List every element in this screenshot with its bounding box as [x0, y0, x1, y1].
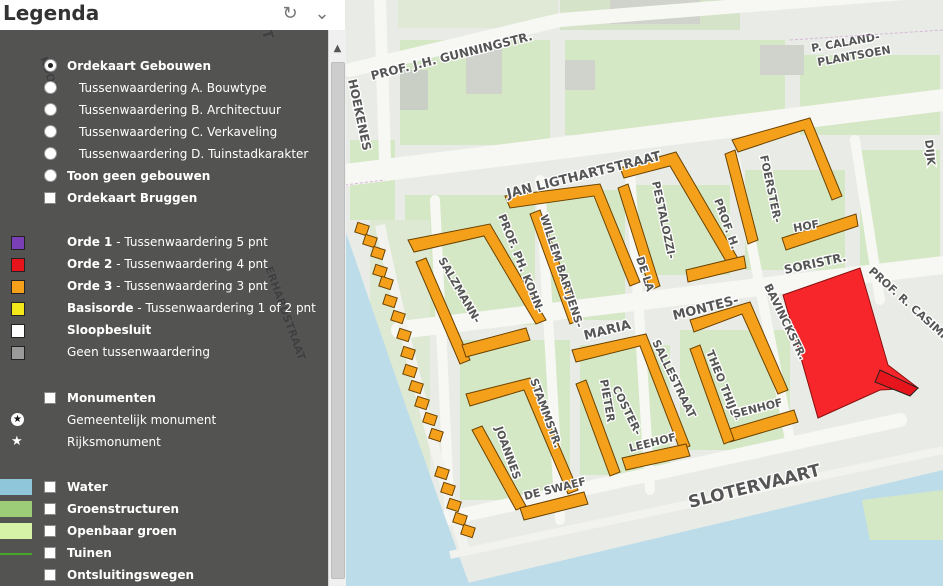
checkbox-layer[interactable]	[44, 569, 56, 581]
radio-buildings-option[interactable]	[44, 169, 57, 182]
buildings-option-label: Ordekaart Gebouwen	[67, 59, 211, 73]
buildings-option-label: Tussenwaardering C. Verkaveling	[79, 125, 278, 139]
layer-line-swatch	[0, 553, 32, 555]
legend-scrollbar[interactable]: ▲	[328, 30, 346, 586]
buildings-option-label: Tussenwaardering D. Tuinstadkarakter	[79, 147, 309, 161]
bridges-layer-label: Ordekaart Bruggen	[67, 191, 198, 205]
legend-header: Legenda ↻ ⌄	[0, 0, 345, 30]
orde-class-label: Orde 1 - Tussenwaardering 5 pnt	[67, 235, 268, 249]
radio-buildings-option[interactable]	[44, 147, 57, 160]
layer-label: Ontsluitingswegen	[67, 568, 195, 582]
orde-class-label: Sloopbesluit	[67, 323, 152, 337]
orde-swatch	[11, 324, 25, 338]
radio-buildings-option[interactable]	[44, 103, 57, 116]
scrollbar-thumb[interactable]	[331, 62, 345, 579]
layer-swatch	[0, 479, 32, 495]
orde-class-label: Basisorde - Tussenwaardering 1 of 2 pnt	[67, 301, 316, 315]
monuments-label: Monumenten	[67, 391, 156, 405]
checkbox-layer[interactable]	[44, 547, 56, 559]
buildings-option-label: Toon geen gebouwen	[67, 169, 211, 183]
checkbox-monumenten[interactable]	[44, 392, 56, 404]
checkbox-layer[interactable]	[44, 503, 56, 515]
layer-label: Openbaar groen	[67, 524, 177, 538]
monument-type-label: Gemeentelijk monument	[67, 413, 217, 427]
rijksmonument-icon: ★	[11, 434, 23, 449]
orde-swatch	[11, 302, 25, 316]
scroll-up-arrow-icon[interactable]: ▲	[329, 40, 346, 57]
layer-label: Groenstructuren	[67, 502, 180, 516]
layer-label: Water	[67, 480, 108, 494]
orde-swatch	[11, 236, 25, 250]
gemeentelijk-monument-icon: ★	[11, 413, 24, 426]
orde-swatch	[11, 280, 25, 294]
orde-swatch	[11, 258, 25, 272]
radio-buildings-option[interactable]	[44, 81, 57, 94]
orde-class-label: Orde 3 - Tussenwaardering 3 pnt	[67, 279, 268, 293]
radio-buildings-option[interactable]	[44, 59, 57, 72]
chevron-down-icon[interactable]: ⌄	[312, 4, 332, 24]
checkbox-ordekaart-bruggen[interactable]	[44, 192, 56, 204]
orde-class-label: Orde 2 - Tussenwaardering 4 pnt	[67, 257, 268, 271]
layer-swatch	[0, 501, 32, 517]
buildings-option-label: Tussenwaardering B. Architectuur	[79, 103, 281, 117]
orde-class-label: Geen tussenwaardering	[67, 345, 211, 359]
checkbox-layer[interactable]	[44, 525, 56, 537]
monument-type-label: Rijksmonument	[67, 435, 161, 449]
legend-panel: Legenda ↻ ⌄ ▲ Ordekaart Gebouwen Tussenwa…	[0, 0, 346, 586]
orde-swatch	[11, 346, 25, 360]
checkbox-layer[interactable]	[44, 481, 56, 493]
layer-label: Tuinen	[67, 546, 112, 560]
legend-title: Legenda	[3, 1, 100, 25]
buildings-option-label: Tussenwaardering A. Bouwtype	[79, 81, 267, 95]
layer-swatch	[0, 523, 32, 539]
street-label: DIJK	[922, 139, 938, 167]
radio-buildings-option[interactable]	[44, 125, 57, 138]
refresh-icon[interactable]: ↻	[280, 4, 300, 24]
